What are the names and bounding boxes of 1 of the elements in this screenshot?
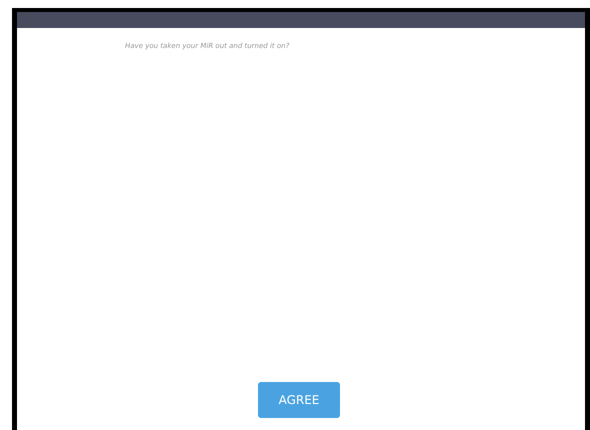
agree-button[interactable]: AGREE — [258, 382, 340, 418]
